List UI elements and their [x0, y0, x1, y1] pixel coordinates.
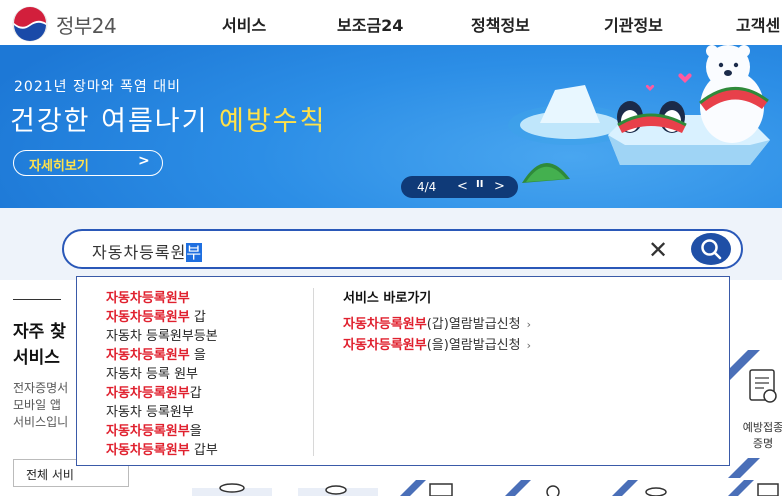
search-query-selected: 부: [186, 243, 203, 262]
suggestion-rest: 갑부: [189, 443, 218, 458]
logo-text[interactable]: 정부24: [56, 10, 117, 39]
nav-customer[interactable]: 고객센: [736, 12, 780, 36]
suggestion-match: 자동차등록원부: [106, 348, 190, 363]
suggestion-rest: 을: [189, 424, 202, 439]
search-button[interactable]: [691, 233, 731, 265]
certificate-ribbon-icon-2: [728, 458, 760, 478]
certificate-ribbon-icon: [728, 350, 777, 403]
dropdown-divider: [313, 288, 314, 456]
banner-illustration: [508, 45, 770, 183]
shortcuts-title: 서비스 바로가기: [343, 291, 432, 306]
shortcut-rest: (갑)열람발급신청: [426, 317, 521, 332]
banner-pager: 4/4 < II >: [401, 176, 518, 198]
service-shortcuts: 서비스 바로가기 자동차등록원부(갑)열람발급신청 › 자동차등록원부(을)열람발…: [343, 287, 531, 356]
top-header: 정부24 서비스 보조금24 정책정보 기관정보 고객센: [0, 0, 782, 45]
banner-title: 건강한 여름나기 예방수칙: [10, 99, 326, 138]
heading-line-1: 자주 찾: [13, 322, 66, 342]
autocomplete-dropdown: 자동차등록원부 자동차등록원부 갑 자동차 등록원부등본 자동차등록원부 을 자…: [76, 276, 730, 466]
card-label-line-1: 예방접종: [742, 421, 782, 434]
suggestion-item[interactable]: 자동차 등록원부: [106, 403, 218, 422]
suggestion-match: 자동차등록원부: [106, 424, 190, 439]
suggestion-item[interactable]: 자동차등록원부 을: [106, 346, 218, 365]
search-input[interactable]: 자동차등록원부 ✕: [62, 229, 743, 269]
government-logo-icon[interactable]: [12, 6, 48, 42]
suggestion-item[interactable]: 자동차 등록원부등본: [106, 327, 218, 346]
suggestion-item[interactable]: 자동차등록원부을: [106, 422, 218, 441]
suggestion-match: 자동차등록원부: [106, 443, 190, 458]
frequent-services-heading: 자주 찾 서비스: [13, 319, 66, 371]
chevron-right-icon: ›: [526, 339, 532, 352]
shortcut-link[interactable]: 자동차등록원부(을)열람발급신청 ›: [343, 335, 531, 356]
pager-prev-icon[interactable]: <: [457, 179, 468, 194]
banner-more-label: 자세히보기: [29, 159, 89, 174]
shortcut-rest: (을)열람발급신청: [426, 338, 521, 353]
desc-line-2: 모바일 앱: [13, 398, 61, 412]
nav-policy[interactable]: 정책정보: [471, 12, 530, 36]
suggestion-item[interactable]: 자동차 등록 원부: [106, 365, 218, 384]
suggestion-rest: 자동차 등록원부: [106, 405, 194, 420]
suggestion-match: 자동차등록원부: [106, 310, 190, 325]
suggestion-item[interactable]: 자동차등록원부 갑부: [106, 441, 218, 460]
suggestion-item[interactable]: 자동차등록원부: [106, 289, 218, 308]
banner-more-button[interactable]: 자세히보기 >: [13, 150, 163, 176]
service-icon-3[interactable]: [400, 480, 474, 497]
desc-line-1: 전자증명서: [13, 381, 69, 395]
pager-pause-icon[interactable]: II: [476, 179, 483, 190]
service-icon-4[interactable]: [505, 480, 579, 499]
suggestion-rest: 자동차 등록원부등본: [106, 329, 218, 344]
service-icon-2[interactable]: [298, 480, 378, 496]
suggestion-rest: 갑: [189, 386, 202, 401]
section-rule: [13, 299, 61, 300]
banner-title-highlight: 예방수칙: [219, 106, 327, 137]
search-query[interactable]: 자동차등록원부: [92, 239, 203, 263]
service-icon-1[interactable]: [192, 480, 272, 496]
nav-agency[interactable]: 기관정보: [604, 12, 663, 36]
nav-service[interactable]: 서비스: [222, 12, 266, 36]
search-query-typed: 자동차등록원: [92, 243, 187, 262]
suggestion-match: 자동차등록원부: [106, 291, 190, 306]
heading-line-2: 서비스: [13, 348, 60, 368]
banner-title-main: 건강한 여름나기: [10, 106, 220, 137]
suggestion-rest: 을: [189, 348, 206, 363]
service-icon-5[interactable]: [612, 480, 686, 497]
pager-count: 4/4: [417, 180, 437, 194]
service-icon-6[interactable]: [728, 480, 782, 497]
promo-banner[interactable]: 2021년 장마와 폭염 대비 건강한 여름나기 예방수칙 자세히보기 > 4/…: [0, 45, 782, 208]
nav-subsidy[interactable]: 보조금24: [337, 12, 403, 36]
service-card-label: 예방접종 증명: [740, 420, 782, 452]
all-services-label: 전체 서비: [26, 468, 74, 482]
chevron-right-icon: ›: [526, 318, 532, 331]
suggestion-item[interactable]: 자동차등록원부 갑: [106, 308, 218, 327]
suggestion-item[interactable]: 자동차등록원부갑: [106, 384, 218, 403]
banner-subtitle: 2021년 장마와 폭염 대비: [14, 79, 182, 95]
search-icon: [701, 239, 722, 260]
pager-next-icon[interactable]: >: [494, 179, 505, 194]
shortcut-link[interactable]: 자동차등록원부(갑)열람발급신청 ›: [343, 314, 531, 335]
suggestion-list: 자동차등록원부 자동차등록원부 갑 자동차 등록원부등본 자동차등록원부 을 자…: [106, 289, 218, 460]
suggestion-rest: 갑: [189, 310, 206, 325]
card-label-line-2: 증명: [752, 437, 774, 450]
desc-line-3: 서비스입니: [13, 415, 69, 429]
suggestion-rest: 자동차 등록 원부: [106, 367, 198, 382]
service-card-vaccination[interactable]: 예방접종 증명: [728, 350, 782, 478]
clear-icon[interactable]: ✕: [648, 236, 668, 264]
shortcut-match: 자동차등록원부: [343, 338, 427, 353]
shortcut-match: 자동차등록원부: [343, 317, 427, 332]
suggestion-match: 자동차등록원부: [106, 386, 190, 401]
frequent-services-desc: 전자증명서 모바일 앱 서비스입니: [13, 380, 68, 431]
chevron-right-icon: >: [138, 153, 150, 169]
